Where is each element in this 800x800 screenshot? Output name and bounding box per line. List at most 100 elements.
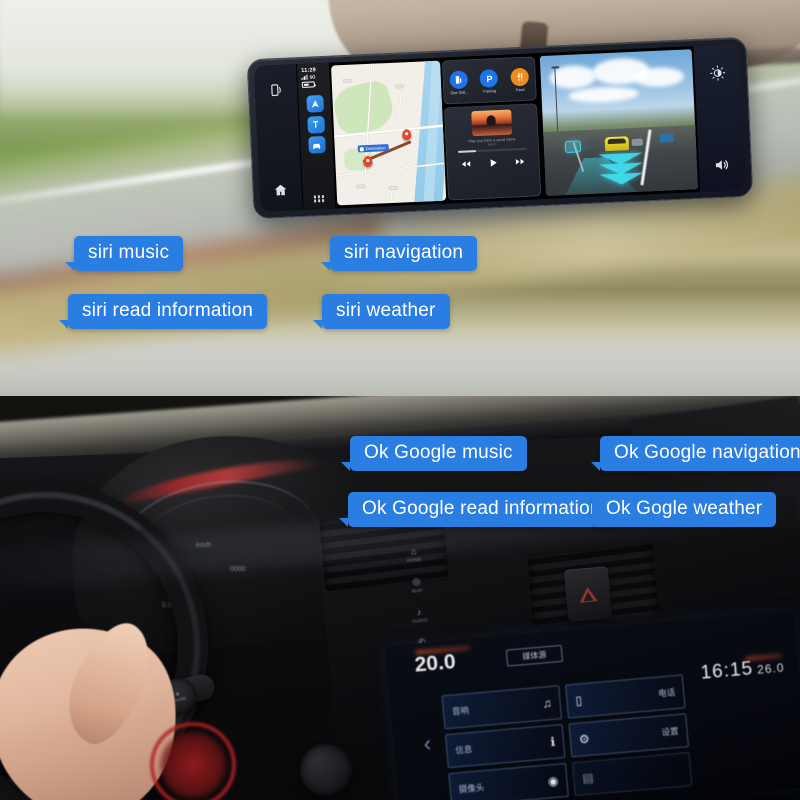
carplay-clock: 11:29 (301, 67, 317, 74)
tile-label: 信息 (454, 744, 473, 756)
tile-label: 摄像头 (458, 782, 485, 795)
volume-speaker-icon[interactable] (713, 157, 732, 174)
rewind-icon[interactable] (460, 156, 474, 175)
camera-icon: ◉ (547, 773, 560, 789)
bubble-google-music[interactable]: Ok Google music (341, 436, 527, 471)
battery-icon (301, 81, 315, 88)
brightness-icon[interactable] (709, 65, 726, 82)
ar-arrow-icon (598, 152, 643, 166)
carplay-quick-shortcuts[interactable]: Gas Stat... P Parking Food (441, 56, 537, 105)
bubble-siri-weather[interactable]: siri weather (313, 294, 450, 329)
tile-label: 设置 (661, 725, 679, 738)
map-chip (395, 84, 405, 89)
map-chip (356, 184, 366, 189)
phone-cast-icon[interactable] (269, 83, 284, 98)
chevron-left-icon[interactable]: ‹ (423, 731, 433, 758)
play-icon[interactable] (487, 155, 499, 173)
infotainment-tiles[interactable]: 音响 ♫ 信息 ℹ 摄像头 ◉ ▯ 电话 ⚙ 设置 ▤ (441, 665, 800, 800)
shortcut-food[interactable]: Food (510, 67, 529, 93)
shortcut-gas-stations[interactable]: Gas Stat... (449, 70, 469, 96)
grid-icon: ▤ (581, 770, 595, 786)
gear-icon: ⚙ (578, 731, 591, 747)
carplay-app-list[interactable] (305, 95, 326, 154)
carplay-right-column: Gas Stat... P Parking Food May you have … (441, 53, 545, 203)
screenshot-stage: 11:29 5G Destination Gas Stat... P Parki… (0, 0, 800, 800)
ar-vehicle-marker (564, 140, 582, 154)
tile-info[interactable]: 信息 ℹ (444, 724, 566, 769)
tile-label: 音响 (451, 705, 470, 717)
playback-controls[interactable] (452, 153, 534, 175)
app-grid-icon[interactable] (313, 195, 325, 203)
carplay-sidebar[interactable]: 11:29 5G (296, 62, 336, 210)
progress-bar[interactable] (457, 148, 528, 153)
album-art (470, 109, 512, 137)
climate-temperature[interactable]: 20.0 (414, 650, 457, 677)
map-pin-icon: ◎ (411, 575, 421, 587)
network-label: 5G (309, 74, 316, 80)
bubble-siri-navigation[interactable]: siri navigation (320, 236, 478, 271)
gas-pump-icon (449, 70, 469, 90)
signal-bars-icon (301, 74, 308, 80)
vehicle-ahead-silver (631, 138, 644, 146)
carplay-signal: 5G (301, 74, 325, 80)
tile-label: 电话 (657, 687, 676, 699)
hard-key-audio[interactable]: ♪ AUDIO (411, 606, 428, 624)
carplay-now-playing[interactable]: May you have a good name Music (444, 103, 542, 201)
climate-temperature-value: 20.0 (413, 650, 457, 677)
vehicle-ahead-grey (583, 139, 599, 150)
tile-extra[interactable]: ▤ (571, 752, 693, 797)
map-chip (342, 78, 352, 83)
info-icon: ℹ (549, 734, 556, 750)
waze-app-icon[interactable] (306, 115, 325, 134)
hard-key-label: HOME (406, 556, 423, 563)
car-interior-scene: km/h 0000 0.0 km ◉ CRUISE ⌂ HOME ◎ MA (0, 396, 800, 800)
mirror-right-bezel (693, 44, 747, 192)
cloud (568, 85, 640, 104)
music-note-icon: ♫ (542, 695, 553, 711)
bubble-siri-music[interactable]: siri music (64, 236, 184, 271)
bubble-google-navigation[interactable]: Ok Google navigation (591, 436, 800, 471)
bubble-google-read-information[interactable]: Ok Google read information (339, 492, 615, 527)
hazard-warning-button[interactable] (563, 566, 613, 622)
track-artist: Music (487, 142, 497, 147)
fast-forward-icon[interactable] (513, 154, 527, 173)
map-park-area (330, 77, 397, 138)
tile-camera[interactable]: 摄像头 ◉ (448, 762, 569, 800)
tile-audio[interactable]: 音响 ♫ (441, 685, 563, 730)
hard-key-label: AUDIO (411, 617, 428, 624)
carplay-map[interactable]: Destination (330, 60, 447, 206)
rear-camera-view[interactable] (539, 49, 698, 196)
mirror-left-bezel (253, 64, 303, 212)
tile-settings[interactable]: ⚙ 设置 (568, 713, 689, 758)
media-source-button[interactable]: 媒体源 (505, 644, 564, 667)
home-icon[interactable] (273, 183, 288, 198)
carplay-screen[interactable]: 11:29 5G Destination Gas Stat... P Parki… (295, 46, 701, 211)
maps-app-icon[interactable] (305, 95, 324, 113)
shortcut-label: Parking (483, 89, 497, 94)
music-note-icon: ♪ (416, 606, 422, 618)
vehicle-ahead-yellow (604, 136, 629, 152)
map-chip (388, 185, 398, 190)
fork-knife-icon (510, 67, 529, 87)
rearview-mirror-monitor[interactable]: 11:29 5G Destination Gas Stat... P Parki… (246, 36, 754, 220)
shortcut-parking[interactable]: P Parking (479, 69, 499, 94)
tile-phone[interactable]: ▯ 电话 (565, 674, 686, 719)
car-app-icon[interactable] (307, 135, 326, 154)
carplay-status-bar: 11:29 5G (297, 67, 330, 88)
phone-icon: ▯ (574, 693, 583, 708)
hard-key-map[interactable]: ◎ MAP (410, 575, 423, 594)
bubble-google-weather[interactable]: Ok Gogle weather (582, 492, 777, 527)
svg-text:P: P (486, 73, 493, 83)
hard-key-label: MAP (411, 587, 423, 594)
map-pin-destination[interactable] (401, 129, 412, 141)
hazard-triangle-icon (578, 586, 597, 603)
shortcut-label: Gas Stat... (450, 90, 469, 96)
windshield-road-scene: 11:29 5G Destination Gas Stat... P Parki… (0, 0, 800, 402)
parking-p-icon: P (479, 69, 499, 88)
tile-column-left: 音响 ♫ 信息 ℹ 摄像头 ◉ (441, 685, 570, 800)
cloud (549, 64, 596, 90)
cloud (634, 66, 685, 89)
mirror-screen: 11:29 5G Destination Gas Stat... P Parki… (253, 44, 747, 212)
tile-column-right: ▯ 电话 ⚙ 设置 ▤ (565, 674, 693, 800)
bubble-siri-read-information[interactable]: siri read information (58, 294, 268, 329)
